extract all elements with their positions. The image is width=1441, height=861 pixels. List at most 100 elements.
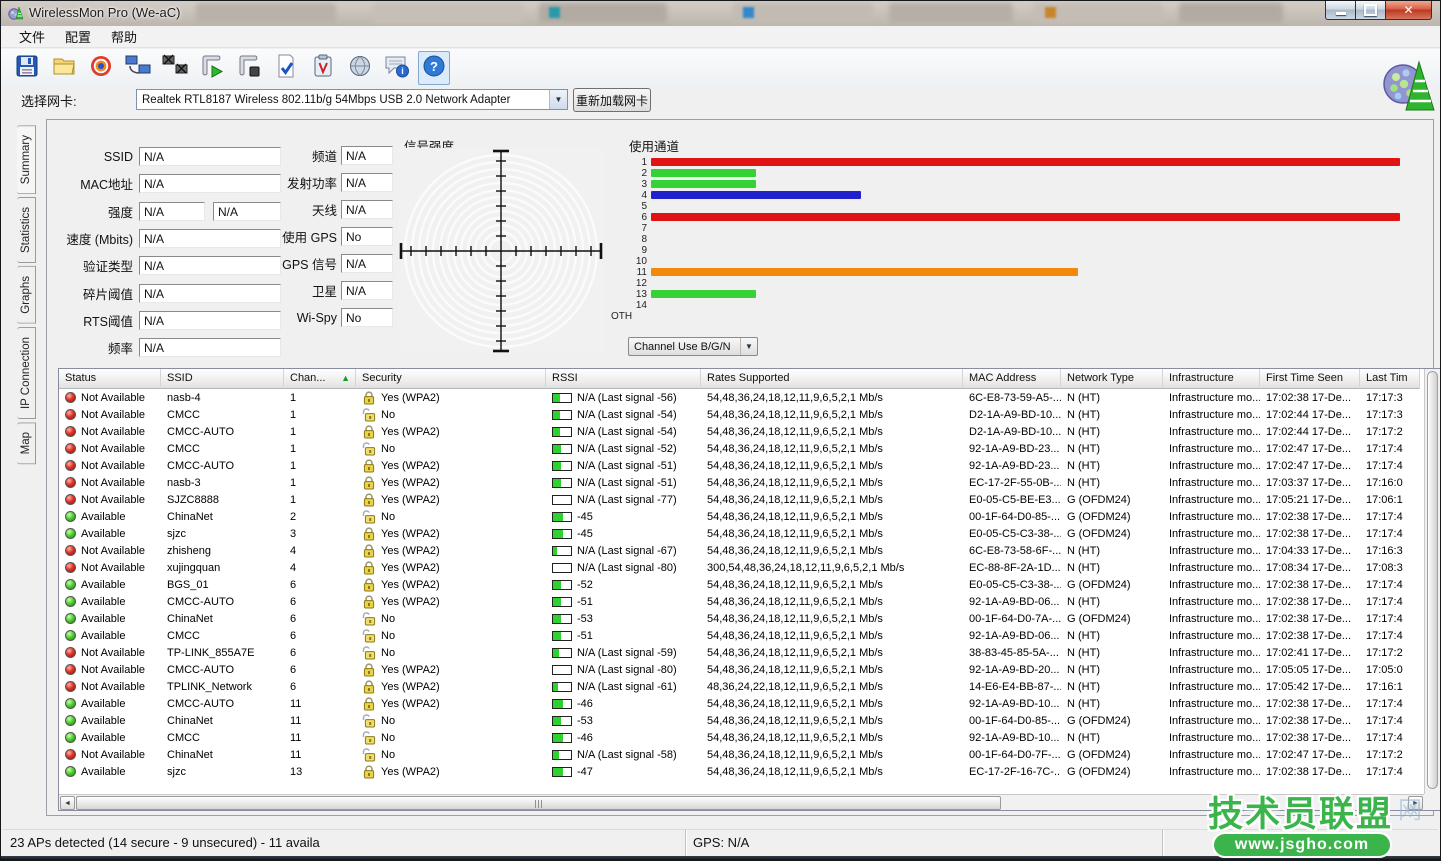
web-icon [348,54,372,83]
field-value[interactable]: N/A [139,338,281,357]
field-value[interactable]: N/A [341,146,393,165]
status-cell: Not Available [59,440,161,457]
table-row[interactable]: Not AvailableTPLINK_Network6Yes (WPA2)N/… [59,678,1423,695]
table-row[interactable]: AvailableCMCC-AUTO11Yes (WPA2)-4654,48,3… [59,695,1423,712]
table-row[interactable]: Not AvailableTP-LINK_855A7E6NoN/A (Last … [59,644,1423,661]
verify-button[interactable] [270,51,302,85]
channel-bar [651,290,756,298]
minimize-button[interactable] [1325,1,1355,20]
table-row[interactable]: Not Availablezhisheng4Yes (WPA2)N/A (Las… [59,542,1423,559]
field-value[interactable]: No [341,227,393,246]
table-row[interactable]: Not AvailableCMCC1NoN/A (Last signal -54… [59,406,1423,423]
rssi-bar-icon [552,563,572,573]
field-value[interactable]: N/A [341,281,393,300]
infrastructure-cell: Infrastructure mo... [1163,644,1260,661]
channel-label: 8 [623,234,651,245]
menu-item[interactable]: 配置 [55,25,101,48]
last-seen-cell: 17:17:4 [1360,763,1420,780]
connect-button[interactable] [122,51,154,85]
table-row[interactable]: AvailableChinaNet6No-5354,48,36,24,18,12… [59,610,1423,627]
field-value[interactable]: N/A [341,173,393,192]
mac-cell: 14-E6-E4-BB-87-... [963,678,1061,695]
table-row[interactable]: Not AvailableCMCC-AUTO1Yes (WPA2)N/A (La… [59,423,1423,440]
status-cell: Available [59,576,161,593]
adapter-select[interactable]: Realtek RTL8187 Wireless 802.11b/g 54Mbp… [136,89,568,110]
column-header[interactable]: Security [356,369,546,389]
ssid-cell: nasb-3 [161,474,284,491]
channel-bar [651,268,1078,276]
table-row[interactable]: Not Availablexujingquan4Yes (WPA2)N/A (L… [59,559,1423,576]
mac-cell: 00-1F-64-D0-85-... [963,508,1061,525]
log-start-button[interactable] [196,51,228,85]
field-value[interactable]: N/A [341,254,393,273]
table-row[interactable]: AvailableCMCC6No-5154,48,36,24,18,12,11,… [59,627,1423,644]
ssid-cell: ChinaNet [161,610,284,627]
column-header[interactable]: RSSI [546,369,701,389]
target-button[interactable] [85,51,117,85]
channel-mode-select[interactable]: Channel Use B/G/N ▼ [628,337,758,356]
table-row[interactable]: Not Availablenasb-41Yes (WPA2)N/A (Last … [59,389,1423,406]
first-seen-cell: 17:02:38 17-De... [1260,610,1360,627]
field-label: 频道 [241,146,341,165]
table-row[interactable]: AvailableCMCC-AUTO6Yes (WPA2)-5154,48,36… [59,593,1423,610]
channel-cell: 1 [284,423,356,440]
scrollbar-thumb[interactable] [76,796,1001,810]
scrollbar-thumb[interactable] [1427,371,1438,789]
lock-open-icon [362,629,376,643]
menu-item[interactable]: 文件 [9,25,55,48]
table-row[interactable]: AvailableCMCC11No-4654,48,36,24,18,12,11… [59,729,1423,746]
column-header[interactable]: Status [59,369,161,389]
chevron-down-icon[interactable]: ▼ [740,338,757,355]
web-button[interactable] [344,51,376,85]
table-row[interactable]: Not AvailableCMCC1NoN/A (Last signal -52… [59,440,1423,457]
column-header[interactable]: Rates Supported [701,369,963,389]
table-row[interactable]: AvailableChinaNet2No-4554,48,36,24,18,12… [59,508,1423,525]
table-row[interactable]: Availablesjzc3Yes (WPA2)-4554,48,36,24,1… [59,525,1423,542]
log-stop-button[interactable] [233,51,265,85]
report-button[interactable] [307,51,339,85]
table-row[interactable]: AvailableBGS_016Yes (WPA2)-5254,48,36,24… [59,576,1423,593]
info-button[interactable]: i [381,51,413,85]
table-row[interactable]: Not AvailableSJZC88881Yes (WPA2)N/A (Las… [59,491,1423,508]
status-cell: Not Available [59,644,161,661]
save-button[interactable] [11,51,43,85]
column-header[interactable]: Chan...▲ [284,369,356,389]
column-header[interactable]: Last Tim [1360,369,1420,389]
column-header[interactable]: SSID [161,369,284,389]
scroll-left-arrow[interactable]: ◄ [60,796,75,810]
help-button[interactable]: ? [418,51,450,85]
minimize-icon [1336,12,1346,15]
scroll-right-arrow[interactable]: ► [1408,796,1423,810]
table-row[interactable]: Availablesjzc13Yes (WPA2)-4754,48,36,24,… [59,763,1423,780]
channel-cell: 6 [284,576,356,593]
table-row[interactable]: Not AvailableChinaNet11NoN/A (Last signa… [59,746,1423,763]
field-value[interactable]: No [341,308,393,327]
column-header[interactable]: First Time Seen [1260,369,1360,389]
field-value[interactable]: N/A [341,200,393,219]
table-row[interactable]: AvailableChinaNet11No-5354,48,36,24,18,1… [59,712,1423,729]
close-button[interactable]: ✕ [1385,1,1432,20]
tab-map[interactable]: Map [17,422,36,464]
column-header[interactable]: MAC Address [963,369,1061,389]
field-label: 天线 [241,200,341,219]
horizontal-scrollbar[interactable]: ◄ ► [59,794,1424,810]
chevron-down-icon[interactable]: ▼ [549,90,567,109]
status-available-icon [65,579,76,590]
menu-item[interactable]: 帮助 [101,25,147,48]
column-header[interactable]: Infrastructure [1163,369,1260,389]
table-row[interactable]: Not AvailableCMCC-AUTO1Yes (WPA2)N/A (La… [59,457,1423,474]
disconnect-button[interactable] [159,51,191,85]
table-row[interactable]: Not AvailableCMCC-AUTO6Yes (WPA2)N/A (La… [59,661,1423,678]
table-row[interactable]: Not Availablenasb-31Yes (WPA2)N/A (Last … [59,474,1423,491]
mac-cell: 92-1A-A9-BD-23... [963,440,1061,457]
ssid-cell: CMCC-AUTO [161,423,284,440]
security-cell: No [356,644,546,661]
last-seen-cell: 17:17:2 [1360,746,1420,763]
vertical-scrollbar[interactable] [1424,369,1440,795]
reload-adapter-button[interactable]: 重新加载网卡 [573,88,651,112]
field-label: GPS 信号 [241,254,341,273]
maximize-button[interactable] [1355,1,1385,20]
column-header[interactable]: Network Type [1061,369,1163,389]
open-button[interactable] [48,51,80,85]
field-value[interactable]: N/A [139,202,205,221]
